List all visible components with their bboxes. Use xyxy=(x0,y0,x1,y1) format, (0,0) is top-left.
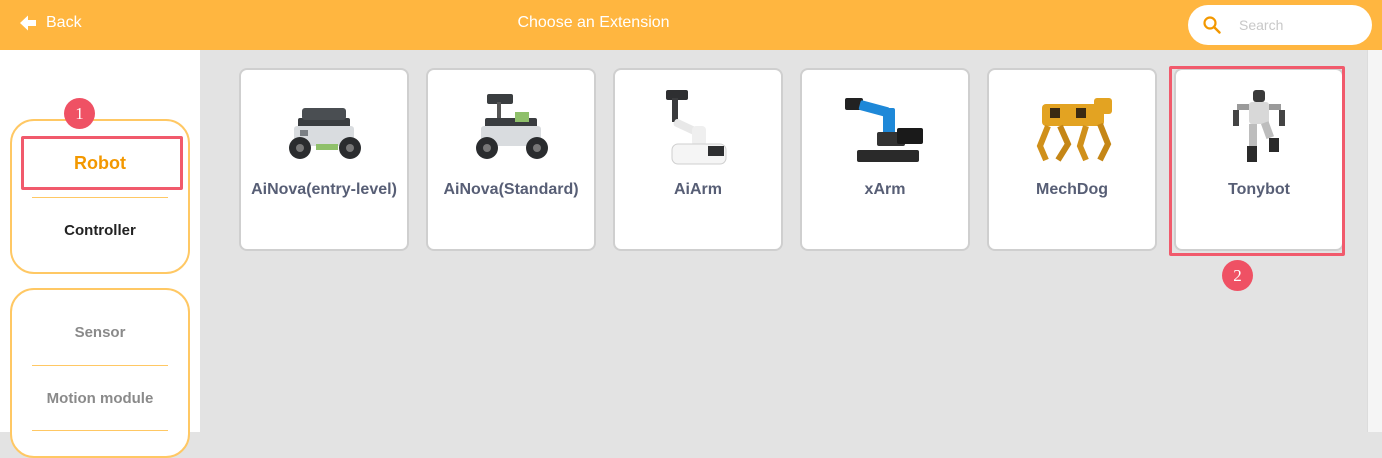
robot-dog-icon xyxy=(1036,98,1112,162)
extension-card-tonybot[interactable]: Tonybot xyxy=(1174,68,1344,251)
page-title: Choose an Extension xyxy=(517,14,670,31)
humanoid-robot-icon xyxy=(1233,90,1285,162)
category-motion-module[interactable]: Motion module xyxy=(12,390,188,407)
blue-robot-arm-icon xyxy=(845,98,923,162)
extension-card-xarm[interactable]: xArm xyxy=(800,68,970,251)
extension-name: AiNova(entry-level) xyxy=(251,181,397,198)
top-bar: Back Choose an Extension xyxy=(0,0,1382,50)
category-group-primary: Robot Controller xyxy=(10,119,190,274)
extension-name: AiNova(Standard) xyxy=(443,181,579,198)
extension-card-ainova-entry[interactable]: AiNova(entry-level) xyxy=(239,68,409,251)
vertical-scrollbar[interactable] xyxy=(1367,50,1382,432)
category-robot[interactable]: Robot xyxy=(12,153,188,174)
extension-name: Tonybot xyxy=(1228,181,1290,198)
search-box[interactable] xyxy=(1188,5,1372,45)
robot-car-icon xyxy=(289,108,361,159)
robot-arm-icon xyxy=(666,90,727,165)
extension-card-ainova-standard[interactable]: AiNova(Standard) xyxy=(426,68,596,251)
search-icon xyxy=(1203,16,1221,34)
divider xyxy=(32,430,168,431)
category-group-secondary: Sensor Motion module xyxy=(10,288,190,458)
extension-name: AiArm xyxy=(673,181,722,198)
extension-card-mechdog[interactable]: MechDog xyxy=(987,68,1157,251)
extension-card-aiarm[interactable]: AiArm xyxy=(613,68,783,251)
annotation-badge-1: 1 xyxy=(64,98,95,129)
search-input[interactable] xyxy=(1237,16,1357,34)
category-sensor[interactable]: Sensor xyxy=(12,324,188,341)
divider xyxy=(32,197,168,198)
category-controller[interactable]: Controller xyxy=(12,222,188,239)
category-sidebar: Robot Controller Sensor Motion module xyxy=(0,50,200,458)
annotation-badge-2: 2 xyxy=(1222,260,1253,291)
extension-name: xArm xyxy=(864,181,906,198)
divider xyxy=(32,365,168,366)
extension-name: MechDog xyxy=(1036,181,1108,198)
robot-car-camera-icon xyxy=(476,94,548,159)
